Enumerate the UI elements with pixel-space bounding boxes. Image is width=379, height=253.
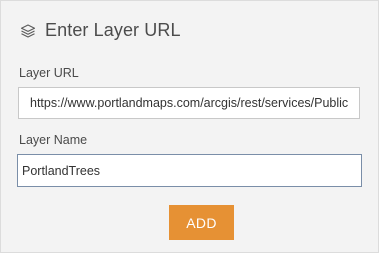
layer-name-input[interactable] [17, 154, 362, 187]
panel-header: Enter Layer URL [18, 20, 181, 41]
layer-url-label: Layer URL [19, 66, 79, 80]
add-button[interactable]: ADD [169, 205, 234, 240]
layers-icon [18, 21, 38, 41]
layer-url-input[interactable] [18, 87, 360, 119]
layer-name-label: Layer Name [19, 133, 88, 147]
enter-layer-url-panel: Enter Layer URL Layer URL Layer Name ADD [0, 0, 379, 253]
panel-title: Enter Layer URL [45, 20, 181, 40]
